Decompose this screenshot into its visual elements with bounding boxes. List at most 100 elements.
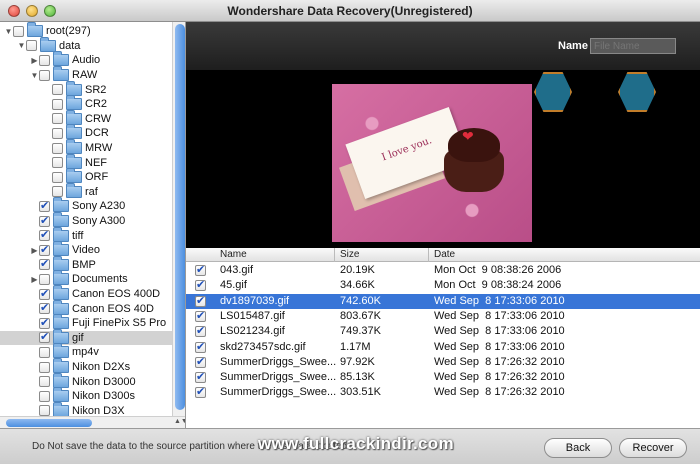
column-header-date[interactable]: Date bbox=[434, 249, 455, 260]
table-row[interactable]: 45.gif 34.66K Mon Oct 9 08:38:24 2006 bbox=[186, 278, 700, 293]
folder-icon bbox=[53, 51, 69, 67]
tree-item[interactable]: CRW bbox=[0, 109, 172, 127]
tree-item[interactable]: CR2 bbox=[0, 95, 172, 112]
disclosure-open-icon[interactable]: ▼ bbox=[30, 71, 39, 80]
tree-item-label: Canon EOS 400D bbox=[72, 288, 161, 301]
row-checkbox[interactable] bbox=[195, 370, 206, 384]
tree-item-checkbox[interactable] bbox=[52, 142, 63, 154]
tree-item[interactable]: gif bbox=[0, 328, 172, 346]
tree-item[interactable]: NEF bbox=[0, 153, 172, 170]
row-checkbox[interactable] bbox=[195, 263, 206, 276]
disclosure-closed-icon[interactable]: ▶ bbox=[30, 275, 39, 284]
tree-item-checkbox[interactable] bbox=[39, 376, 50, 388]
tree-item-checkbox[interactable] bbox=[39, 54, 50, 66]
tree-item[interactable]: Canon EOS 400D bbox=[0, 285, 172, 302]
tree-item[interactable]: Nikon D3000 bbox=[0, 372, 172, 389]
tree-item-checkbox[interactable] bbox=[52, 84, 63, 96]
tree-item[interactable]: ▶ Documents bbox=[0, 270, 172, 287]
tree-item-checkbox[interactable] bbox=[52, 113, 63, 125]
disclosure-open-icon[interactable]: ▼ bbox=[4, 27, 13, 36]
tree-item[interactable]: Sony A300 bbox=[0, 212, 172, 229]
tree-item[interactable]: SR2 bbox=[0, 80, 172, 97]
tree-item[interactable]: ORF bbox=[0, 168, 172, 185]
back-button[interactable]: Back bbox=[544, 438, 612, 458]
tree-item[interactable]: ▼ RAW bbox=[0, 66, 172, 83]
tree-item-checkbox[interactable] bbox=[39, 199, 50, 212]
tree-item[interactable]: MRW bbox=[0, 139, 172, 156]
tree-item-label: MRW bbox=[85, 142, 113, 155]
table-row[interactable]: dv1897039.gif 742.60K Wed Sep 8 17:33:06 2… bbox=[186, 293, 700, 309]
tree-item-checkbox[interactable] bbox=[39, 316, 50, 329]
table-row[interactable]: SummerDriggs_Swee...97.92K Wed Sep 8 17:2… bbox=[186, 355, 700, 370]
row-checkbox[interactable] bbox=[195, 340, 206, 353]
tree-item[interactable]: mp4v bbox=[0, 343, 172, 360]
file-name-search-input[interactable] bbox=[590, 38, 676, 54]
row-checkbox[interactable] bbox=[195, 355, 206, 368]
tree-item[interactable]: Sony A230 bbox=[0, 197, 172, 214]
tree-item-label: Canon EOS 40D bbox=[72, 302, 154, 315]
tree-item[interactable]: raf bbox=[0, 182, 172, 200]
tree-item-checkbox[interactable] bbox=[39, 228, 50, 242]
tree-item[interactable]: Nikon D300s bbox=[0, 387, 172, 404]
tree-item-checkbox[interactable] bbox=[52, 98, 63, 110]
tree-item-checkbox[interactable] bbox=[13, 25, 24, 37]
folder-icon bbox=[66, 95, 82, 111]
scroll-arrows-icon[interactable]: ▲▼ bbox=[174, 418, 185, 425]
tree-item-checkbox[interactable] bbox=[39, 361, 50, 373]
tree-item[interactable]: DCR bbox=[0, 124, 172, 141]
row-checkbox[interactable] bbox=[195, 294, 206, 307]
tree-item-checkbox[interactable] bbox=[52, 171, 63, 183]
tree-item[interactable]: ▶ Audio bbox=[0, 51, 172, 68]
tree-item-checkbox[interactable] bbox=[39, 405, 50, 417]
row-checkbox[interactable] bbox=[195, 324, 206, 338]
table-row[interactable]: SummerDriggs_Swee...303.51K Wed Sep 8 17:… bbox=[186, 385, 700, 400]
column-header-size[interactable]: Size bbox=[340, 249, 359, 260]
row-checkbox[interactable] bbox=[195, 309, 206, 322]
tree-item[interactable]: ▼ root(297) bbox=[0, 22, 172, 39]
tree-item-checkbox[interactable] bbox=[39, 214, 50, 227]
file-date-cell: Wed Sep 8 17:33:06 2010 bbox=[434, 309, 565, 322]
tree-item-checkbox[interactable] bbox=[52, 186, 63, 198]
tree-item[interactable]: ▼ data bbox=[0, 36, 172, 54]
tree-item-label: CRW bbox=[85, 112, 112, 125]
table-row[interactable]: SummerDriggs_Swee...85.13K Wed Sep 8 17:2… bbox=[186, 370, 700, 385]
table-row[interactable]: skd273457sdc.gif 1.17M Wed Sep 8 17:33:06 … bbox=[186, 340, 700, 355]
tree-item[interactable]: tiff bbox=[0, 226, 172, 243]
tree-horizontal-scrollbar[interactable] bbox=[0, 416, 185, 428]
tree-item-checkbox[interactable] bbox=[26, 40, 37, 52]
file-date-cell: Wed Sep 8 17:33:06 2010 bbox=[434, 340, 565, 353]
tree-vertical-scroll-thumb[interactable] bbox=[175, 24, 185, 410]
tree-item-checkbox[interactable] bbox=[39, 301, 50, 315]
tree-item-label: Sony A300 bbox=[72, 215, 126, 228]
recover-button[interactable]: Recover bbox=[619, 438, 687, 458]
table-row[interactable]: 043.gif 20.19K Mon Oct 9 08:38:26 2006 bbox=[186, 263, 700, 278]
column-header-name[interactable]: Name bbox=[220, 249, 247, 260]
tree-item-checkbox[interactable] bbox=[39, 330, 50, 344]
table-row[interactable]: LS015487.gif 803.67K Wed Sep 8 17:33:06 20… bbox=[186, 309, 700, 324]
tree-item-checkbox[interactable] bbox=[52, 127, 63, 139]
disclosure-closed-icon[interactable]: ▶ bbox=[30, 56, 39, 65]
tree-horizontal-scroll-thumb[interactable] bbox=[6, 419, 92, 427]
table-row[interactable]: LS021234.gif 749.37K Wed Sep 8 17:33:06 20… bbox=[186, 324, 700, 339]
tree-item[interactable]: BMP bbox=[0, 255, 172, 273]
row-checkbox[interactable] bbox=[195, 278, 206, 292]
tree-item-checkbox[interactable] bbox=[39, 69, 50, 81]
tree-item-checkbox[interactable] bbox=[39, 390, 50, 402]
disclosure-open-icon[interactable]: ▼ bbox=[17, 41, 26, 50]
folder-icon bbox=[53, 387, 69, 403]
tree-item-label: Nikon D3000 bbox=[72, 375, 136, 388]
folder-icon bbox=[53, 226, 69, 242]
row-checkbox[interactable] bbox=[195, 385, 206, 399]
disclosure-closed-icon[interactable]: ▶ bbox=[30, 246, 39, 255]
tree-item-checkbox[interactable] bbox=[39, 346, 50, 358]
tree-item[interactable]: Canon EOS 40D bbox=[0, 299, 172, 316]
tree-vertical-scrollbar[interactable] bbox=[172, 22, 185, 416]
tree-item[interactable]: ▶ Video bbox=[0, 241, 172, 258]
tree-item[interactable]: Nikon D2Xs bbox=[0, 358, 172, 375]
tree-item-checkbox[interactable] bbox=[39, 257, 50, 271]
tree-item-checkbox[interactable] bbox=[39, 287, 50, 300]
tree-item-checkbox[interactable] bbox=[52, 157, 63, 169]
tree-item-checkbox[interactable] bbox=[39, 243, 50, 256]
tree-item-checkbox[interactable] bbox=[39, 273, 50, 285]
tree-item[interactable]: Fuji FinePix S5 Pro bbox=[0, 314, 172, 331]
